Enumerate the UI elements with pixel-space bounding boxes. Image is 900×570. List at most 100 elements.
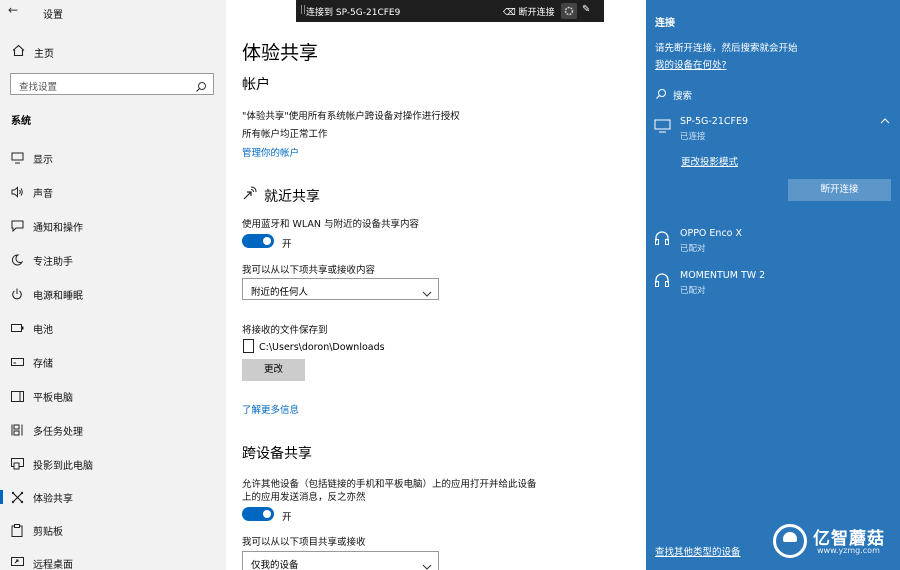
toggle-knob — [263, 237, 271, 245]
sidebar-item-clipboard[interactable]: 剪贴板 — [0, 517, 226, 543]
device-item[interactable]: SP-5G-21CFE9 已连接 — [654, 116, 894, 146]
sidebar-item-label: 显示 — [33, 154, 53, 166]
nearby-toggle-label: 开 — [282, 239, 292, 250]
sidebar-item-label: 专注助手 — [33, 256, 73, 268]
watermark-url: www.yzmg.com — [817, 546, 880, 555]
sidebar-item-display[interactable]: 显示 — [0, 145, 226, 171]
account-description: "体验共享"使用所有系统帐户跨设备对操作进行授权 — [242, 111, 460, 122]
device-name: SP-5G-21CFE9 — [680, 116, 749, 127]
sidebar-item-focus-assist[interactable]: 专注助手 — [0, 247, 226, 273]
sidebar-item-remote-desktop[interactable]: 远程桌面 — [0, 550, 226, 570]
select-value: 仅我的设备 — [251, 560, 299, 570]
sidebar-item-label: 远程桌面 — [33, 559, 73, 570]
save-location-label: 将接收的文件保存到 — [242, 325, 328, 336]
disconnect-icon: ⌫ — [503, 8, 519, 18]
gear-icon[interactable] — [561, 3, 577, 19]
toggle-knob — [263, 510, 271, 518]
sidebar-item-battery[interactable]: 电池 — [0, 315, 226, 341]
cross-device-share-with-label: 我可以从以下项目共享或接收 — [242, 537, 366, 548]
sidebar-item-label: 通知和操作 — [33, 222, 83, 234]
device-search[interactable]: 搜索 — [655, 85, 692, 104]
back-button[interactable]: ← — [8, 3, 18, 17]
sidebar-item-label: 剪贴板 — [33, 526, 63, 538]
active-indicator — [0, 490, 3, 504]
settings-window: ← 设置 主页 查找设置 系统 显示 声音 通知和操作 专注助手 电源和睡眠 电… — [0, 0, 900, 570]
connection-bar-title: 连接到 SP-5G-21CFE9 — [306, 8, 401, 18]
chevron-up-icon[interactable] — [880, 116, 890, 129]
monitor-icon — [654, 118, 671, 137]
sidebar-item-notifications[interactable]: 通知和操作 — [0, 213, 226, 239]
section-label-system: 系统 — [11, 116, 31, 127]
power-icon — [10, 287, 24, 301]
find-other-devices-link[interactable]: 查找其他类型的设备 — [655, 544, 741, 558]
sidebar-item-label: 平板电脑 — [33, 392, 73, 404]
nearby-share-with-select[interactable]: 附近的任何人 — [242, 278, 439, 300]
sidebar-item-label: 电源和睡眠 — [33, 290, 83, 302]
moon-icon — [10, 253, 24, 267]
monitor-icon — [10, 151, 24, 165]
home-nav[interactable]: 主页 — [12, 44, 54, 60]
speaker-icon — [10, 185, 24, 199]
connection-bar-disconnect[interactable]: ⌫ 断开连接 — [503, 5, 555, 18]
connect-panel: 连接 请先断开连接，然后搜索就会开始 我的设备在何处? 搜索 SP-5G-21C… — [646, 0, 900, 570]
cross-device-toggle[interactable] — [242, 507, 274, 521]
project-icon — [10, 457, 24, 471]
watermark-logo — [773, 524, 807, 558]
device-item[interactable]: OPPO Enco X 已配对 — [654, 228, 894, 258]
sidebar-item-label: 存储 — [33, 358, 53, 370]
change-projection-mode-link[interactable]: 更改投影模式 — [681, 154, 738, 168]
change-location-button[interactable]: 更改 — [242, 359, 305, 381]
device-status: 已配对 — [680, 244, 706, 254]
device-status: 已连接 — [680, 132, 706, 142]
nearby-share-icon — [242, 185, 258, 205]
main-content: || 连接到 SP-5G-21CFE9 ⌫ 断开连接 ✎ 体验共享 帐户 "体验… — [226, 0, 646, 570]
notification-icon — [10, 219, 24, 233]
search-placeholder: 查找设置 — [19, 82, 58, 93]
disconnect-button[interactable]: 断开连接 — [788, 179, 891, 201]
search-label: 搜索 — [673, 90, 693, 102]
connection-bar: || 连接到 SP-5G-21CFE9 ⌫ 断开连接 ✎ — [296, 0, 604, 22]
search-input[interactable]: 查找设置 — [10, 73, 214, 95]
device-name: OPPO Enco X — [680, 228, 743, 239]
titlebar: ← 设置 — [0, 0, 226, 24]
where-is-my-device-link[interactable]: 我的设备在何处? — [655, 57, 727, 71]
cross-device-toggle-label: 开 — [282, 512, 292, 523]
nearby-heading: 就近共享 — [264, 189, 320, 205]
search-icon[interactable] — [195, 78, 207, 97]
device-item[interactable]: MOMENTUM TW 2 已配对 — [654, 270, 894, 300]
connect-heading: 连接 — [655, 18, 675, 29]
headset-icon — [654, 230, 670, 250]
sidebar-item-label: 电池 — [33, 324, 53, 336]
headset-icon — [654, 272, 670, 292]
manage-accounts-link[interactable]: 管理你的帐户 — [242, 145, 299, 159]
account-heading: 帐户 — [242, 77, 270, 93]
battery-icon — [10, 321, 24, 335]
chevron-down-icon — [422, 557, 432, 570]
clipboard-icon — [10, 523, 24, 537]
save-location-path: C:\Users\doron\Downloads — [259, 342, 385, 353]
cross-device-share-with-select[interactable]: 仅我的设备 — [242, 551, 439, 570]
sidebar-item-tablet[interactable]: 平板电脑 — [0, 383, 226, 409]
sidebar-item-shared-experiences[interactable]: 体验共享 — [0, 484, 226, 510]
device-status: 已配对 — [680, 286, 706, 296]
learn-more-link[interactable]: 了解更多信息 — [242, 402, 299, 416]
sidebar-item-storage[interactable]: 存储 — [0, 349, 226, 375]
pin-icon[interactable]: ✎ — [582, 4, 590, 15]
connection-bar-disconnect-label: 断开连接 — [518, 8, 555, 18]
sidebar-item-sound[interactable]: 声音 — [0, 179, 226, 205]
sidebar-item-multitasking[interactable]: 多任务处理 — [0, 417, 226, 443]
watermark: 亿智蘑菇 www.yzmg.com — [773, 522, 893, 562]
sidebar-item-power[interactable]: 电源和睡眠 — [0, 281, 226, 307]
nearby-toggle[interactable] — [242, 234, 274, 248]
page-title: 体验共享 — [242, 42, 319, 64]
storage-icon — [10, 355, 24, 369]
sidebar: ← 设置 主页 查找设置 系统 显示 声音 通知和操作 专注助手 电源和睡眠 电… — [0, 0, 226, 570]
cross-device-description-1: 允许其他设备（包括链接的手机和平板电脑）上的应用打开并给此设备 — [242, 479, 537, 490]
sidebar-item-project[interactable]: 投影到此电脑 — [0, 451, 226, 477]
account-status: 所有帐户均正常工作 — [242, 129, 328, 140]
select-value: 附近的任何人 — [251, 287, 309, 298]
sidebar-item-label: 体验共享 — [33, 493, 73, 505]
home-label: 主页 — [34, 48, 54, 60]
cross-device-description-2: 上的应用发送消息，反之亦然 — [242, 492, 366, 503]
cross-device-heading: 跨设备共享 — [242, 446, 312, 462]
